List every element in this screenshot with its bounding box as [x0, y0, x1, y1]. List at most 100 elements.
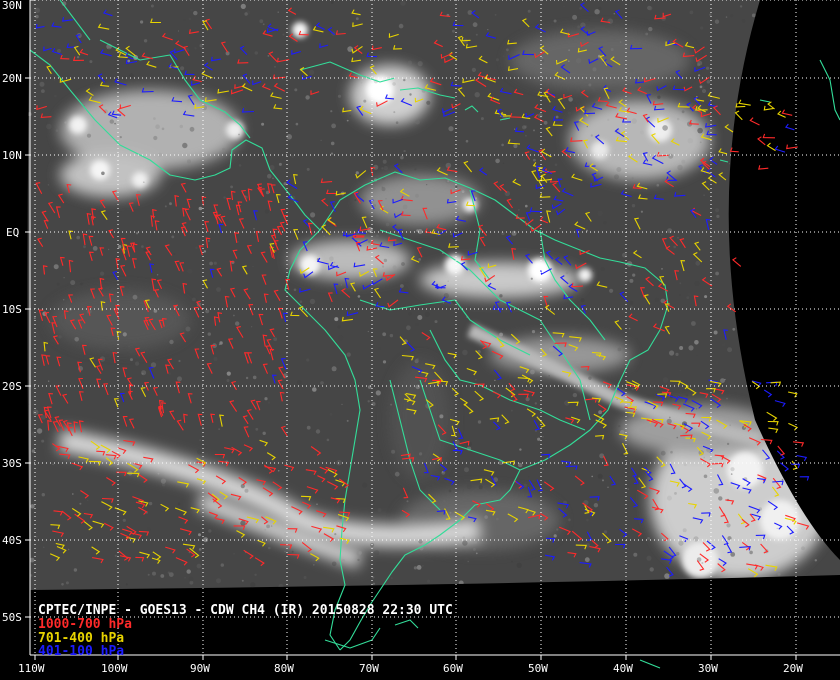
cloud-speck: [579, 7, 582, 10]
cloud-speck: [496, 517, 499, 521]
cloud-speck: [267, 55, 270, 57]
cloud-speck: [178, 359, 181, 363]
lon-label-110w: 110W: [18, 662, 45, 675]
cloud-speck: [618, 425, 621, 428]
cloud-speck: [309, 298, 316, 305]
cloud-speck: [699, 85, 703, 89]
cloud-speck: [70, 280, 76, 286]
cloud-speck: [31, 431, 37, 437]
cloud-speck: [129, 73, 134, 78]
cloud-speck: [597, 473, 603, 479]
cloud-speck: [525, 204, 528, 208]
cloud-speck: [110, 466, 112, 468]
cloud-speck: [715, 271, 719, 276]
cloud-speck: [291, 155, 295, 158]
cloud-speck: [250, 582, 256, 588]
cloud-speck: [669, 350, 675, 356]
cloud-speck: [472, 22, 478, 28]
cloud-speck: [346, 352, 351, 357]
cloud-speck: [184, 576, 187, 579]
cloud-speck: [207, 240, 210, 242]
cloud-speck: [264, 209, 270, 214]
cloud-speck: [502, 55, 505, 58]
cloud-speck: [270, 525, 273, 527]
cloud-speck: [326, 438, 330, 442]
cloud-speck: [253, 228, 255, 230]
cloud-speck: [449, 511, 452, 514]
cloud-speck: [632, 273, 636, 277]
cloud-speck: [330, 141, 335, 146]
cloud-speck: [516, 562, 522, 568]
cloud-speck: [216, 578, 221, 584]
cloud-speck: [668, 153, 674, 159]
cloud-speck: [79, 502, 82, 505]
cloud-speck: [202, 105, 207, 111]
cloud-speck: [189, 126, 195, 132]
cloud-speck: [452, 29, 455, 33]
cloud-speck: [122, 332, 127, 337]
cloud-speck: [475, 33, 478, 36]
satellite-wind-map: 30N 20N 10N EQ 10S 20S 30S 40S 50S 110W …: [0, 0, 840, 680]
cloud-speck: [333, 261, 336, 264]
cloud-speck: [704, 295, 708, 299]
cloud-speck: [478, 485, 483, 490]
cloud-speck: [177, 502, 181, 506]
cloud-speck: [278, 162, 282, 166]
cloud-speck: [441, 470, 446, 475]
cloud-speck: [156, 274, 159, 276]
cloud-speck: [244, 12, 248, 16]
cloud-speck: [718, 496, 723, 501]
cloud-speck: [501, 143, 504, 147]
cloud-speck: [309, 69, 315, 75]
cloud-speck: [727, 347, 733, 353]
cloud-speck: [218, 343, 221, 346]
cloud-speck: [382, 265, 385, 268]
cloud-speck: [660, 233, 663, 236]
cloud-speck: [213, 261, 217, 265]
cloud-speck: [160, 574, 165, 578]
cloud-speck: [703, 456, 706, 459]
cloud-speck: [565, 271, 569, 275]
cloud-speck: [233, 552, 236, 555]
cloud-speck: [448, 489, 452, 493]
cloud-speck: [306, 358, 310, 362]
cloud-speck: [688, 345, 694, 351]
cloud-speck: [312, 564, 315, 566]
cloud-speck: [283, 182, 287, 186]
cloud-speck: [580, 22, 586, 28]
cloud-speck: [542, 436, 544, 438]
cloud-speck: [252, 265, 254, 268]
cloud-speck: [354, 199, 357, 202]
cloud-speck: [607, 18, 614, 25]
cloud-speck: [725, 16, 728, 18]
cloud-speck: [115, 210, 118, 212]
cloud-speck: [593, 503, 599, 508]
cloud-speck: [233, 314, 235, 317]
cloud-speck: [152, 571, 156, 576]
cloud-speck: [648, 6, 653, 11]
cloud-speck: [474, 197, 478, 200]
cloud-speck: [682, 528, 687, 533]
cloud-speck: [205, 309, 210, 314]
cloud-speck: [237, 241, 239, 243]
cloud-speck: [337, 325, 341, 329]
cloud-speck: [198, 206, 203, 211]
cloud-speck: [662, 377, 669, 383]
cloud-speck: [584, 557, 590, 563]
cloud-speck: [698, 74, 701, 77]
cloud-speck: [180, 66, 185, 71]
cloud-speck: [462, 540, 468, 546]
cloud-speck: [329, 412, 333, 416]
cloud-speck: [375, 166, 377, 169]
cloud-speck: [58, 335, 62, 339]
cloud-speck: [580, 298, 585, 303]
cloud-speck: [473, 548, 476, 551]
lon-label-30w: 30W: [698, 662, 718, 675]
cloud-speck: [666, 495, 672, 501]
cloud-speck: [168, 572, 174, 577]
cloud-speck: [348, 114, 352, 117]
cloud-speck: [524, 134, 527, 137]
cloud-speck: [381, 167, 384, 170]
cloud-speck: [89, 60, 93, 64]
cloud-speck: [549, 104, 551, 107]
